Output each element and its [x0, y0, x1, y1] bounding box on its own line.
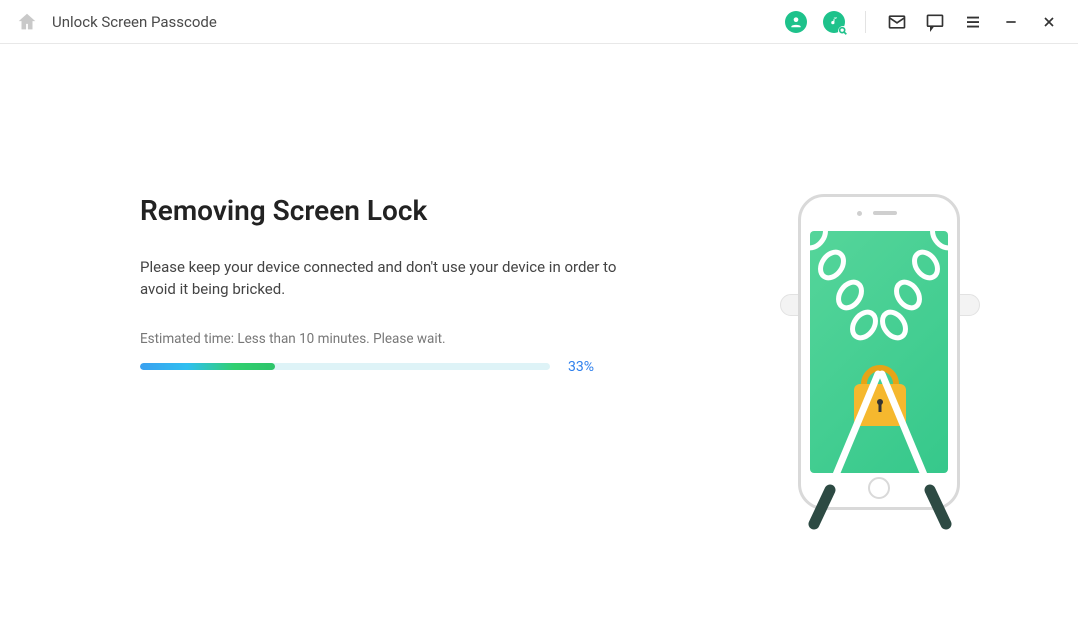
instruction-text: Please keep your device connected and do… — [140, 257, 630, 301]
music-search-icon[interactable] — [823, 11, 845, 33]
phone-sensor — [857, 211, 862, 216]
estimated-time: Estimated time: Less than 10 minutes. Pl… — [140, 331, 660, 347]
titlebar-right — [785, 11, 1060, 33]
progress-percent: 33% — [568, 359, 594, 375]
chain-left-icon — [804, 225, 884, 375]
menu-icon[interactable] — [962, 11, 984, 33]
account-icon[interactable] — [785, 11, 807, 33]
close-button[interactable] — [1038, 11, 1060, 33]
progress-row: 33% — [140, 359, 660, 375]
titlebar: Unlock Screen Passcode — [0, 0, 1078, 44]
progress-panel: Removing Screen Lock Please keep your de… — [140, 194, 660, 375]
heading: Removing Screen Lock — [140, 194, 660, 227]
chain-right-icon — [874, 225, 954, 375]
phone-earpiece — [873, 211, 897, 215]
progress-bar — [140, 363, 550, 370]
progress-fill — [140, 363, 275, 370]
minimize-button[interactable] — [1000, 11, 1022, 33]
mail-icon[interactable] — [886, 11, 908, 33]
lockpick-icon — [800, 364, 960, 534]
home-icon[interactable] — [16, 11, 38, 33]
phone-illustration — [780, 194, 980, 534]
feedback-icon[interactable] — [924, 11, 946, 33]
page-title: Unlock Screen Passcode — [52, 13, 217, 31]
titlebar-left: Unlock Screen Passcode — [16, 11, 217, 33]
main-content: Removing Screen Lock Please keep your de… — [0, 44, 1078, 534]
divider — [865, 11, 866, 33]
